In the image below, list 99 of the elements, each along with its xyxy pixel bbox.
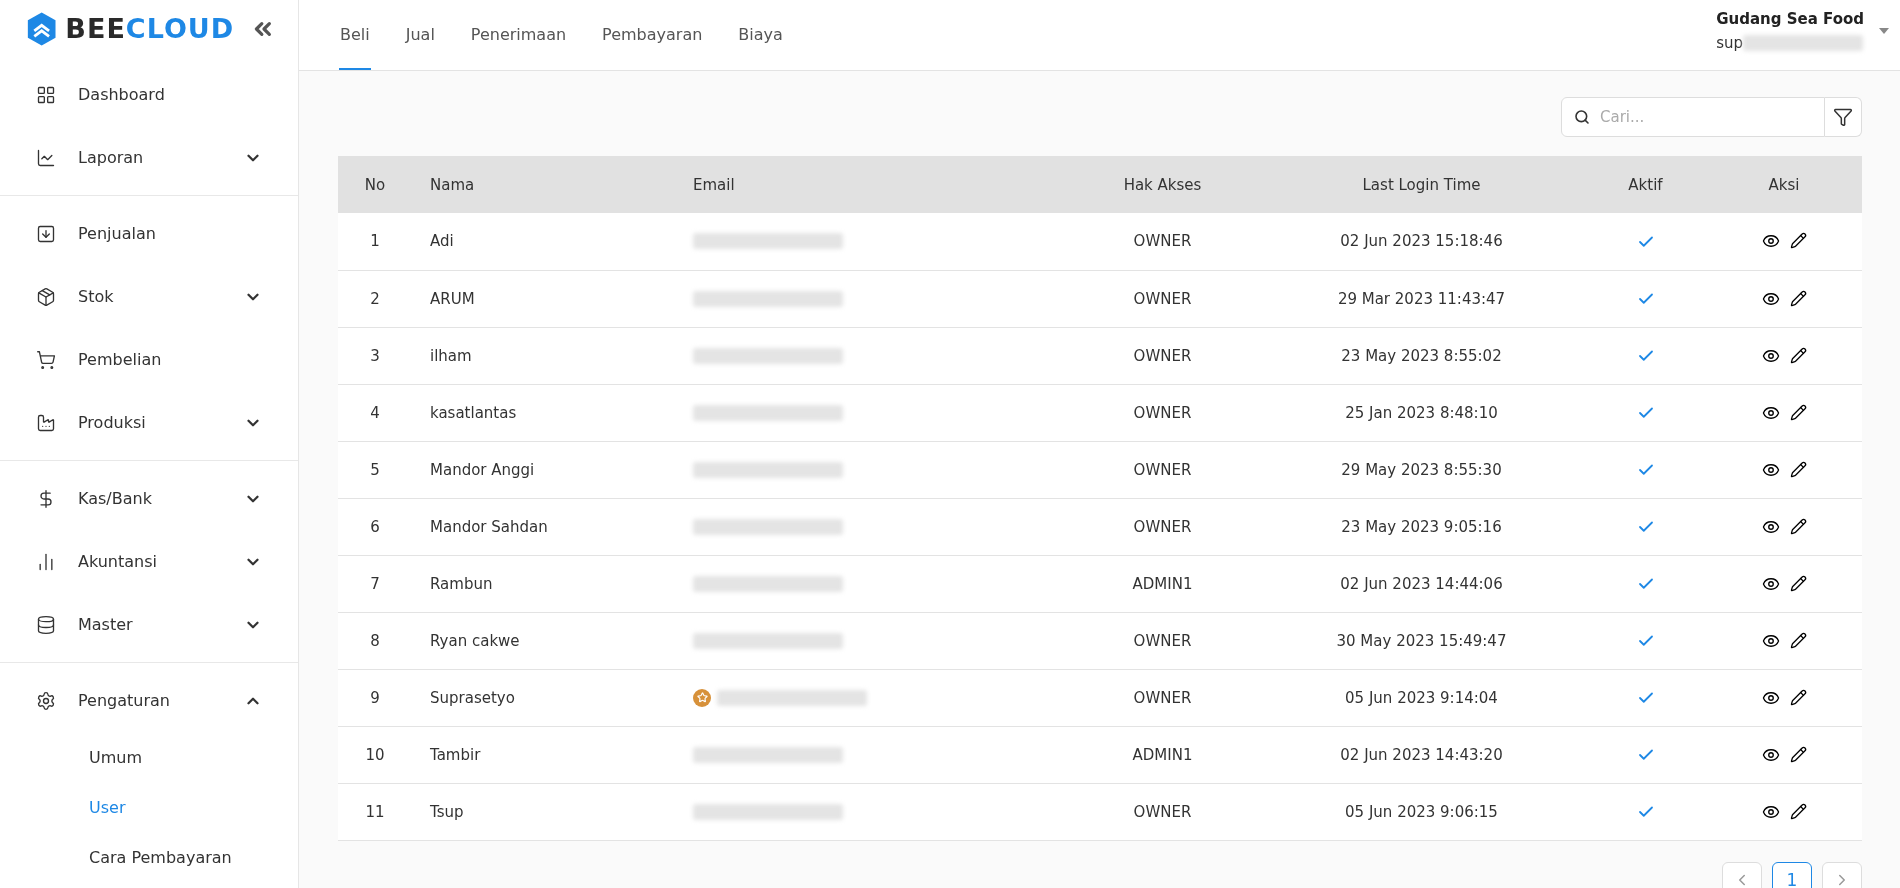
sidebar-subitem[interactable]: User bbox=[0, 782, 298, 832]
edit-button[interactable] bbox=[1789, 403, 1807, 422]
table-cell: ARUM bbox=[412, 270, 675, 327]
table-cell: 23 May 2023 8:55:02 bbox=[1258, 327, 1585, 384]
menu-icon bbox=[36, 690, 56, 711]
column-header: Hak Akses bbox=[1067, 156, 1258, 213]
sidebar-item[interactable]: Penjualan bbox=[0, 202, 298, 265]
column-header: Aksi bbox=[1706, 156, 1862, 213]
sidebar-item[interactable]: Pengaturan bbox=[0, 669, 298, 732]
table-cell: ADMIN1 bbox=[1067, 726, 1258, 783]
table-cell: 11 bbox=[338, 783, 412, 840]
table-cell: OWNER bbox=[1067, 270, 1258, 327]
table-cell: 7 bbox=[338, 555, 412, 612]
table-cell: 2 bbox=[338, 270, 412, 327]
table-cell: OWNER bbox=[1067, 213, 1258, 270]
table-cell: ilham bbox=[412, 327, 675, 384]
edit-button[interactable] bbox=[1789, 802, 1807, 821]
table-cell: 02 Jun 2023 14:44:06 bbox=[1258, 555, 1585, 612]
table-cell: 02 Jun 2023 14:43:20 bbox=[1258, 726, 1585, 783]
edit-button[interactable] bbox=[1789, 460, 1807, 479]
table-cell: 9 bbox=[338, 669, 412, 726]
table-cell: Ryan cakwe bbox=[412, 612, 675, 669]
sidebar-item[interactable]: Produksi bbox=[0, 391, 298, 454]
table-cell: 29 May 2023 8:55:30 bbox=[1258, 441, 1585, 498]
table-cell: OWNER bbox=[1067, 498, 1258, 555]
table-cell: Tsup bbox=[412, 783, 675, 840]
table-cell: OWNER bbox=[1067, 327, 1258, 384]
menu-icon bbox=[36, 349, 56, 370]
sidebar-subitem[interactable]: Cara Pembayaran bbox=[0, 832, 298, 882]
search-input[interactable]: Cari... bbox=[1598, 98, 1812, 136]
user-email: sup bbox=[1716, 34, 1744, 52]
sidebar-item[interactable]: Stok bbox=[0, 265, 298, 328]
menu-icon bbox=[36, 412, 56, 433]
edit-button[interactable] bbox=[1789, 232, 1807, 251]
brand-name: BEECLOUD bbox=[65, 13, 235, 44]
edit-button[interactable] bbox=[1789, 745, 1807, 764]
sidebar-item[interactable]: Kas/Bank bbox=[0, 467, 298, 530]
column-header: Last Login Time bbox=[1258, 156, 1585, 213]
edit-button[interactable] bbox=[1789, 631, 1807, 650]
edit-button[interactable] bbox=[1789, 688, 1807, 707]
table-cell: OWNER bbox=[1067, 384, 1258, 441]
table-cell: Suprasetyo bbox=[412, 669, 675, 726]
tab[interactable]: Beli bbox=[339, 0, 371, 70]
table-cell: 29 Mar 2023 11:43:47 bbox=[1258, 270, 1585, 327]
table-cell: 30 May 2023 15:49:47 bbox=[1258, 612, 1585, 669]
filter-icon bbox=[1833, 107, 1853, 127]
sidebar-item[interactable]: Akuntansi bbox=[0, 530, 298, 593]
column-header: Email bbox=[675, 156, 1067, 213]
dropdown-caret-icon[interactable] bbox=[1878, 27, 1890, 35]
table-cell: 05 Jun 2023 9:06:15 bbox=[1258, 783, 1585, 840]
column-header: No bbox=[338, 156, 412, 213]
table-cell: OWNER bbox=[1067, 783, 1258, 840]
tab[interactable]: Penerimaan bbox=[469, 0, 568, 70]
table-cell: Tambir bbox=[412, 726, 675, 783]
table-cell: 6 bbox=[338, 498, 412, 555]
table-cell: 3 bbox=[338, 327, 412, 384]
tab[interactable]: Jual bbox=[404, 0, 436, 70]
table-cell: OWNER bbox=[1067, 441, 1258, 498]
logo-icon bbox=[26, 9, 58, 48]
table-cell: kasatlantas bbox=[412, 384, 675, 441]
edit-button[interactable] bbox=[1789, 289, 1807, 308]
table-cell: 25 Jan 2023 8:48:10 bbox=[1258, 384, 1585, 441]
menu-icon bbox=[36, 614, 56, 635]
edit-button[interactable] bbox=[1789, 346, 1807, 365]
sidebar-subitem[interactable]: Umum bbox=[0, 732, 298, 782]
sidebar-item[interactable]: Master bbox=[0, 593, 298, 656]
sidebar-item[interactable]: Laporan bbox=[0, 126, 298, 189]
edit-button[interactable] bbox=[1789, 517, 1807, 536]
column-header: Aktif bbox=[1585, 156, 1706, 213]
table-cell: 23 May 2023 9:05:16 bbox=[1258, 498, 1585, 555]
table-cell: 5 bbox=[338, 441, 412, 498]
search-icon bbox=[1574, 109, 1590, 125]
table-cell: Mandor Anggi bbox=[412, 441, 675, 498]
menu-icon bbox=[36, 84, 56, 105]
menu-icon bbox=[36, 223, 56, 244]
edit-button[interactable] bbox=[1789, 574, 1807, 593]
filter-button[interactable] bbox=[1825, 97, 1862, 137]
tab[interactable]: Biaya bbox=[737, 0, 784, 70]
table-cell: 02 Jun 2023 15:18:46 bbox=[1258, 213, 1585, 270]
table-cell: 4 bbox=[338, 384, 412, 441]
sidebar-item[interactable]: Pembelian bbox=[0, 328, 298, 391]
menu-icon bbox=[36, 147, 56, 168]
table-cell: 1 bbox=[338, 213, 412, 270]
table-cell: OWNER bbox=[1067, 669, 1258, 726]
table-cell: 05 Jun 2023 9:14:04 bbox=[1258, 669, 1585, 726]
table-cell: 8 bbox=[338, 612, 412, 669]
page-button[interactable]: 1 bbox=[1772, 861, 1812, 888]
table-cell: 10 bbox=[338, 726, 412, 783]
search-field[interactable]: Cari... bbox=[1561, 97, 1825, 137]
table-cell: Rambun bbox=[412, 555, 675, 612]
sidebar-item[interactable]: Dashboard bbox=[0, 63, 298, 126]
table-cell: ADMIN1 bbox=[1067, 555, 1258, 612]
table-cell: OWNER bbox=[1067, 612, 1258, 669]
table-cell: Mandor Sahdan bbox=[412, 498, 675, 555]
menu-icon bbox=[36, 286, 56, 307]
column-header: Nama bbox=[412, 156, 675, 213]
tab[interactable]: Pembayaran bbox=[601, 0, 704, 70]
table-cell: Adi bbox=[412, 213, 675, 270]
company-name: Gudang Sea Food bbox=[1716, 10, 1864, 28]
